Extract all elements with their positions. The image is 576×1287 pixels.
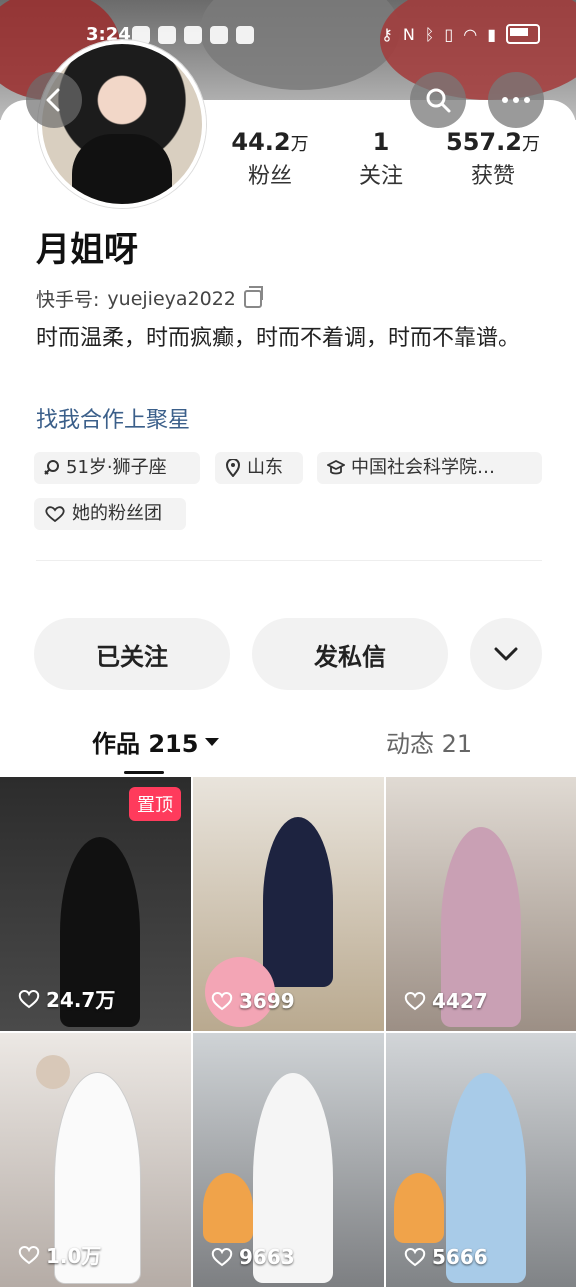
stat-likes[interactable]: 557.2万 获赞 <box>428 128 558 190</box>
video-likes: 1.0万 <box>18 1240 101 1269</box>
notification-icons <box>132 26 254 44</box>
likes-count: 24.7万 <box>46 988 116 1012</box>
tag-text: 中国社会科学院… <box>351 457 495 478</box>
tag-fan-club[interactable]: 她的粉丝团 <box>34 498 186 530</box>
back-button[interactable] <box>26 72 82 128</box>
stat-value: 1 <box>372 128 390 156</box>
stat-unit: 万 <box>290 134 309 155</box>
bulb-notification-icon <box>184 26 202 44</box>
video-grid: 置顶 24.7万 3699 4427 1.0万 9663 5666 <box>0 777 576 1287</box>
followed-button[interactable]: 已关注 <box>34 618 230 690</box>
video-likes: 24.7万 <box>18 984 115 1013</box>
content-tabs: 作品 215 动态 21 <box>0 720 576 776</box>
fan-club-icon <box>45 506 65 522</box>
more-actions-button[interactable] <box>470 618 542 690</box>
heart-icon <box>18 1245 40 1264</box>
likes-count: 5666 <box>432 1245 488 1269</box>
toy-figure <box>394 1173 444 1243</box>
tag-text: 51岁·狮子座 <box>66 457 167 478</box>
kuaishou-id-value: yuejieya2022 <box>107 287 236 310</box>
video-thumbnail[interactable]: 置顶 24.7万 <box>0 777 191 1031</box>
tab-label: 作品 215 <box>92 730 199 758</box>
heart-icon <box>211 1248 233 1267</box>
key-icon: ⚷ <box>381 24 393 44</box>
app2-notification-icon <box>236 26 254 44</box>
search-button[interactable] <box>410 72 466 128</box>
battery-icon <box>506 24 540 44</box>
more-dots-icon <box>502 97 530 103</box>
kuaishou-id-label: 快手号: <box>36 289 100 311</box>
wifi-icon: ◠ <box>463 24 478 44</box>
person-figure <box>263 817 333 987</box>
video-thumbnail[interactable]: 5666 <box>386 1033 576 1287</box>
stat-value: 44.2 <box>231 128 291 156</box>
video-likes: 5666 <box>404 1245 488 1269</box>
kuaishou-id[interactable]: 快手号: yuejieya2022 <box>36 285 263 312</box>
cooperation-link[interactable]: 找我合作上聚星 <box>36 402 190 434</box>
shield-notification-icon <box>158 26 176 44</box>
signal-icon: ▮ <box>487 24 496 44</box>
chevron-down-icon <box>494 647 518 661</box>
likes-count: 4427 <box>432 989 488 1013</box>
school-icon <box>327 460 345 475</box>
profile-bio: 时而温柔，时而疯癫，时而不着调，时而不靠谱。 <box>36 326 521 351</box>
heart-icon <box>18 989 40 1008</box>
likes-count: 3699 <box>239 989 295 1013</box>
tag-location[interactable]: 山东 <box>215 452 303 484</box>
section-divider <box>36 560 542 561</box>
stat-following[interactable]: 1 关注 <box>316 128 446 190</box>
toy-figure <box>203 1173 253 1243</box>
avatar-figure <box>72 134 172 204</box>
tag-text: 山东 <box>247 457 283 478</box>
heart-icon <box>404 992 426 1011</box>
stat-unit: 万 <box>521 134 540 155</box>
tag-text: 她的粉丝团 <box>72 503 162 524</box>
heart-icon <box>404 1248 426 1267</box>
likes-count: 9663 <box>239 1245 295 1269</box>
video-likes: 3699 <box>211 989 295 1013</box>
location-icon <box>225 459 241 477</box>
system-icons: ⚷ N ᛒ ▯ ◠ ▮ <box>381 24 540 44</box>
caret-down-icon <box>205 737 220 746</box>
heart-icon <box>211 992 233 1011</box>
stat-label: 关注 <box>358 164 403 189</box>
stat-label: 获赞 <box>470 164 515 189</box>
more-button[interactable] <box>488 72 544 128</box>
stat-value: 557.2 <box>446 128 522 156</box>
message-button[interactable]: 发私信 <box>252 618 448 690</box>
wall-clock <box>36 1055 70 1089</box>
bluetooth-icon: ᛒ <box>424 24 435 44</box>
likes-count: 1.0万 <box>46 1244 102 1268</box>
vibrate-icon: ▯ <box>444 24 454 44</box>
wechat-notification-icon <box>210 26 228 44</box>
video-thumbnail[interactable]: 3699 <box>193 777 384 1031</box>
tag-school[interactable]: 中国社会科学院… <box>317 452 542 484</box>
profile-name: 月姐呀 <box>36 230 138 270</box>
video-likes: 4427 <box>404 989 488 1013</box>
video-thumbnail[interactable]: 1.0万 <box>0 1033 191 1287</box>
tab-indicator <box>124 771 164 774</box>
nfc-icon: N <box>402 24 415 44</box>
copy-icon[interactable] <box>243 285 263 308</box>
pinned-badge: 置顶 <box>129 787 181 821</box>
gender-icon <box>44 460 59 475</box>
video-likes: 9663 <box>211 1245 295 1269</box>
tag-age[interactable]: 51岁·狮子座 <box>34 452 200 484</box>
tab-moments[interactable]: 动态 21 <box>386 724 472 759</box>
video-thumbnail[interactable]: 4427 <box>386 777 576 1031</box>
back-arrow-icon <box>46 88 60 112</box>
search-icon <box>426 88 451 113</box>
video-thumbnail[interactable]: 9663 <box>193 1033 384 1287</box>
tab-works[interactable]: 作品 215 <box>92 724 220 759</box>
